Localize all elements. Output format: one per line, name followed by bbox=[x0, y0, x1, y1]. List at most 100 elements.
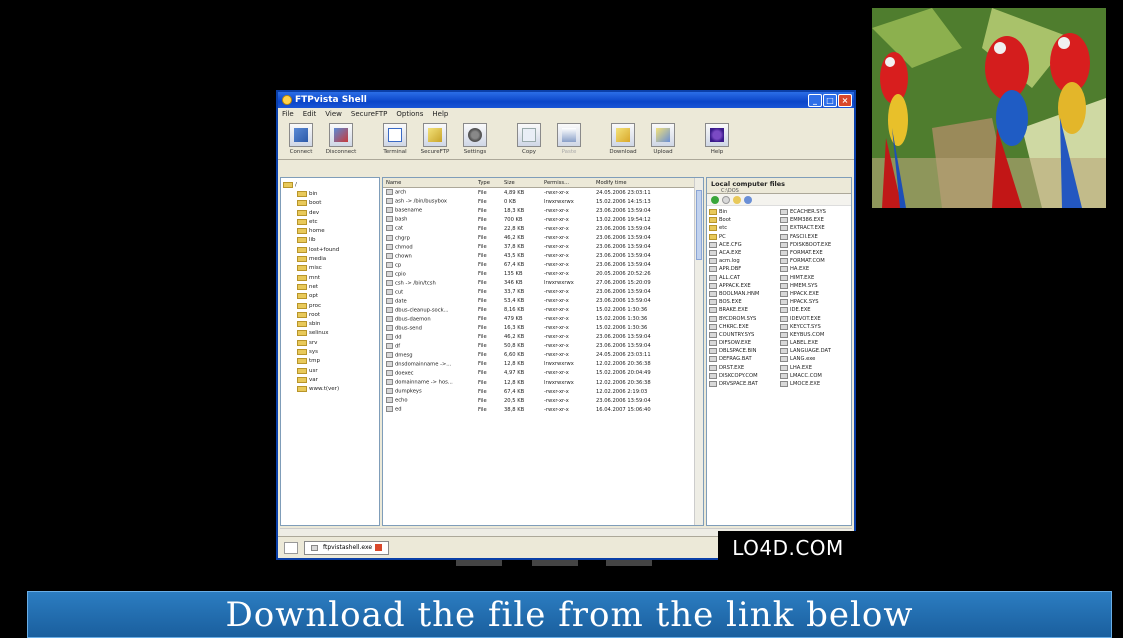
table-row[interactable]: dnsdomainname ->... File 12,8 KB lrwxrwxrwx… bbox=[383, 360, 703, 369]
tree-item[interactable]: etc bbox=[283, 217, 377, 226]
tree-item[interactable]: bin bbox=[283, 189, 377, 198]
paste-button[interactable]: Paste bbox=[550, 123, 588, 159]
table-row[interactable]: bash File 700 KB -rwxr-xr-x 13.02.2006 19:54… bbox=[383, 215, 703, 224]
table-row[interactable]: date File 53,4 KB -rwxr-xr-x 23.06.2006 13:5… bbox=[383, 297, 703, 306]
tab-session[interactable]: ftpvistashell.exe bbox=[304, 540, 390, 555]
terminal-button[interactable]: Terminal bbox=[376, 123, 414, 159]
table-row[interactable]: chmod File 37,8 KB -rwxr-xr-x 23.06.2006 13:… bbox=[383, 242, 703, 251]
local-file-item[interactable]: LMACC.COM bbox=[780, 372, 849, 380]
connect-button[interactable]: Connect bbox=[282, 123, 320, 159]
table-row[interactable]: dd File 46,2 KB -rwxr-xr-x 23.06.2006 13:59:… bbox=[383, 333, 703, 342]
local-file-item[interactable]: ACA.EXE bbox=[709, 249, 778, 257]
up-folder-icon[interactable] bbox=[733, 196, 741, 204]
table-row[interactable]: dbus-cleanup-sock... File 8,16 KB -rwxr-xr-… bbox=[383, 306, 703, 315]
help-button[interactable]: Help bbox=[698, 123, 736, 159]
col-modify-time[interactable]: Modify time bbox=[593, 180, 693, 186]
secureftp-button[interactable]: SecureFTP bbox=[416, 123, 454, 159]
tree-item[interactable]: lost+found bbox=[283, 245, 377, 254]
local-file-item[interactable]: KEYCCT.SYS bbox=[780, 323, 849, 331]
window-titlebar[interactable]: FTPvista Shell _ □ × bbox=[278, 92, 854, 108]
tree-item[interactable]: misc bbox=[283, 264, 377, 273]
refresh-icon[interactable] bbox=[744, 196, 752, 204]
maximize-button[interactable]: □ bbox=[823, 93, 837, 107]
tree-item[interactable]: dev bbox=[283, 208, 377, 217]
local-file-item[interactable]: FORMAT.COM bbox=[780, 257, 849, 265]
col-name[interactable]: Name bbox=[383, 180, 475, 186]
local-file-item[interactable]: IDEVOT.EXE bbox=[780, 314, 849, 322]
table-row[interactable]: cpio File 135 KB -rwxr-xr-x 20.05.2006 20:52… bbox=[383, 269, 703, 278]
table-row[interactable]: dmesg File 6,60 KB -rwxr-xr-x 24.05.2006 23:… bbox=[383, 351, 703, 360]
local-file-item[interactable]: DRVSPACE.BAT bbox=[709, 380, 778, 388]
local-file-item[interactable]: BOS.EXE bbox=[709, 298, 778, 306]
local-file-item[interactable]: EXTRACT.EXE bbox=[780, 224, 849, 232]
tree-item[interactable]: selinux bbox=[283, 329, 377, 338]
tree-item[interactable]: tmp bbox=[283, 357, 377, 366]
table-row[interactable]: chgrp File 46,2 KB -rwxr-xr-x 23.06.2006 13:… bbox=[383, 233, 703, 242]
download-banner[interactable]: Download the file from the link below bbox=[27, 591, 1112, 638]
back-icon[interactable] bbox=[711, 196, 719, 204]
tree-item[interactable]: var bbox=[283, 375, 377, 384]
table-row[interactable]: doexec File 4,97 KB -rwxr-xr-x 15.02.2006 20… bbox=[383, 369, 703, 378]
disconnect-button[interactable]: Disconnect bbox=[322, 123, 360, 159]
col-type[interactable]: Type bbox=[475, 180, 501, 186]
local-file-item[interactable]: IDE.EXE bbox=[780, 306, 849, 314]
local-file-item[interactable]: FDISKBOOT.EXE bbox=[780, 241, 849, 249]
local-file-item[interactable]: BOOLMAN.HNM bbox=[709, 290, 778, 298]
tree-item[interactable]: usr bbox=[283, 366, 377, 375]
upload-button[interactable]: Upload bbox=[644, 123, 682, 159]
tree-item[interactable]: opt bbox=[283, 292, 377, 301]
local-file-item[interactable]: LMOCE.EXE bbox=[780, 380, 849, 388]
table-row[interactable]: dbus-daemon File 479 KB -rwxr-xr-x 15.02.200… bbox=[383, 315, 703, 324]
table-row[interactable]: cat File 22,8 KB -rwxr-xr-x 23.06.2006 13:59… bbox=[383, 224, 703, 233]
tree-item[interactable]: lib bbox=[283, 236, 377, 245]
local-file-item[interactable]: APPACK.EXE bbox=[709, 282, 778, 290]
tree-item[interactable]: mnt bbox=[283, 273, 377, 282]
minimize-button[interactable]: _ bbox=[808, 93, 822, 107]
local-file-item[interactable]: LABEL.EXE bbox=[780, 339, 849, 347]
vertical-scrollbar[interactable] bbox=[694, 178, 703, 525]
col-permissions[interactable]: Permiss... bbox=[541, 180, 593, 186]
tree-item[interactable]: boot bbox=[283, 199, 377, 208]
local-file-item[interactable]: FORMAT.EXE bbox=[780, 249, 849, 257]
tab-close-icon[interactable] bbox=[375, 544, 383, 551]
local-file-item[interactable]: Boot bbox=[709, 216, 778, 224]
table-row[interactable]: ed File 38,8 KB -rwxr-xr-x 16.04.2007 15:06:… bbox=[383, 405, 703, 414]
menu-edit[interactable]: Edit bbox=[303, 110, 317, 118]
tree-item[interactable]: net bbox=[283, 282, 377, 291]
table-row[interactable]: domainname -> hos... File 12,8 KB lrwxrwxrw… bbox=[383, 378, 703, 387]
tree-item[interactable]: home bbox=[283, 226, 377, 235]
table-row[interactable]: ash -> /bin/busybox File 0 KB lrwxrwxrwx 15.… bbox=[383, 197, 703, 206]
local-file-item[interactable]: FASCII.EXE bbox=[780, 233, 849, 241]
local-file-item[interactable]: BYCDROM.SYS bbox=[709, 314, 778, 322]
local-file-item[interactable]: DIFSOW.EXE bbox=[709, 339, 778, 347]
local-file-item[interactable]: DRST.EXE bbox=[709, 364, 778, 372]
tree-item[interactable]: sys bbox=[283, 347, 377, 356]
tree-item[interactable]: root bbox=[283, 310, 377, 319]
local-file-item[interactable]: APR.DBF bbox=[709, 265, 778, 273]
copy-button[interactable]: Copy bbox=[510, 123, 548, 159]
forward-icon[interactable] bbox=[722, 196, 730, 204]
local-file-item[interactable]: ALL.CAT bbox=[709, 274, 778, 282]
menu-secureftp[interactable]: SecureFTP bbox=[351, 110, 387, 118]
menu-help[interactable]: Help bbox=[432, 110, 448, 118]
local-file-item[interactable]: ECACHER.SYS bbox=[780, 208, 849, 216]
table-row[interactable]: cp File 67,4 KB -rwxr-xr-x 23.06.2006 13:59:… bbox=[383, 260, 703, 269]
table-row[interactable]: echo File 20,5 KB -rwxr-xr-x 23.06.2006 13:5… bbox=[383, 396, 703, 405]
local-file-item[interactable]: DISKCOPY.COM bbox=[709, 372, 778, 380]
table-row[interactable]: df File 50,8 KB -rwxr-xr-x 23.06.2006 13:59:… bbox=[383, 342, 703, 351]
table-row[interactable]: basename File 18,3 KB -rwxr-xr-x 23.06.2006 … bbox=[383, 206, 703, 215]
tree-item[interactable]: media bbox=[283, 254, 377, 263]
tree-item[interactable]: www.t(ver) bbox=[283, 385, 377, 394]
local-file-item[interactable]: DBLSPACE.BIN bbox=[709, 347, 778, 355]
local-file-item[interactable]: LANG.exe bbox=[780, 355, 849, 363]
table-row[interactable]: dumpkeys File 67,4 KB -rwxr-xr-x 12.02.2006 … bbox=[383, 387, 703, 396]
tree-item[interactable]: srv bbox=[283, 338, 377, 347]
close-button[interactable]: × bbox=[838, 93, 852, 107]
menu-options[interactable]: Options bbox=[396, 110, 423, 118]
table-row[interactable]: arch File 4,89 KB -rwxr-xr-x 24.05.2006 23:0… bbox=[383, 188, 703, 197]
local-file-item[interactable]: CHKRC.EXE bbox=[709, 323, 778, 331]
local-file-item[interactable]: BRAKE.EXE bbox=[709, 306, 778, 314]
local-file-item[interactable]: LHA.EXE bbox=[780, 364, 849, 372]
download-button[interactable]: Download bbox=[604, 123, 642, 159]
local-file-item[interactable]: LANGUAGE.DAT bbox=[780, 347, 849, 355]
